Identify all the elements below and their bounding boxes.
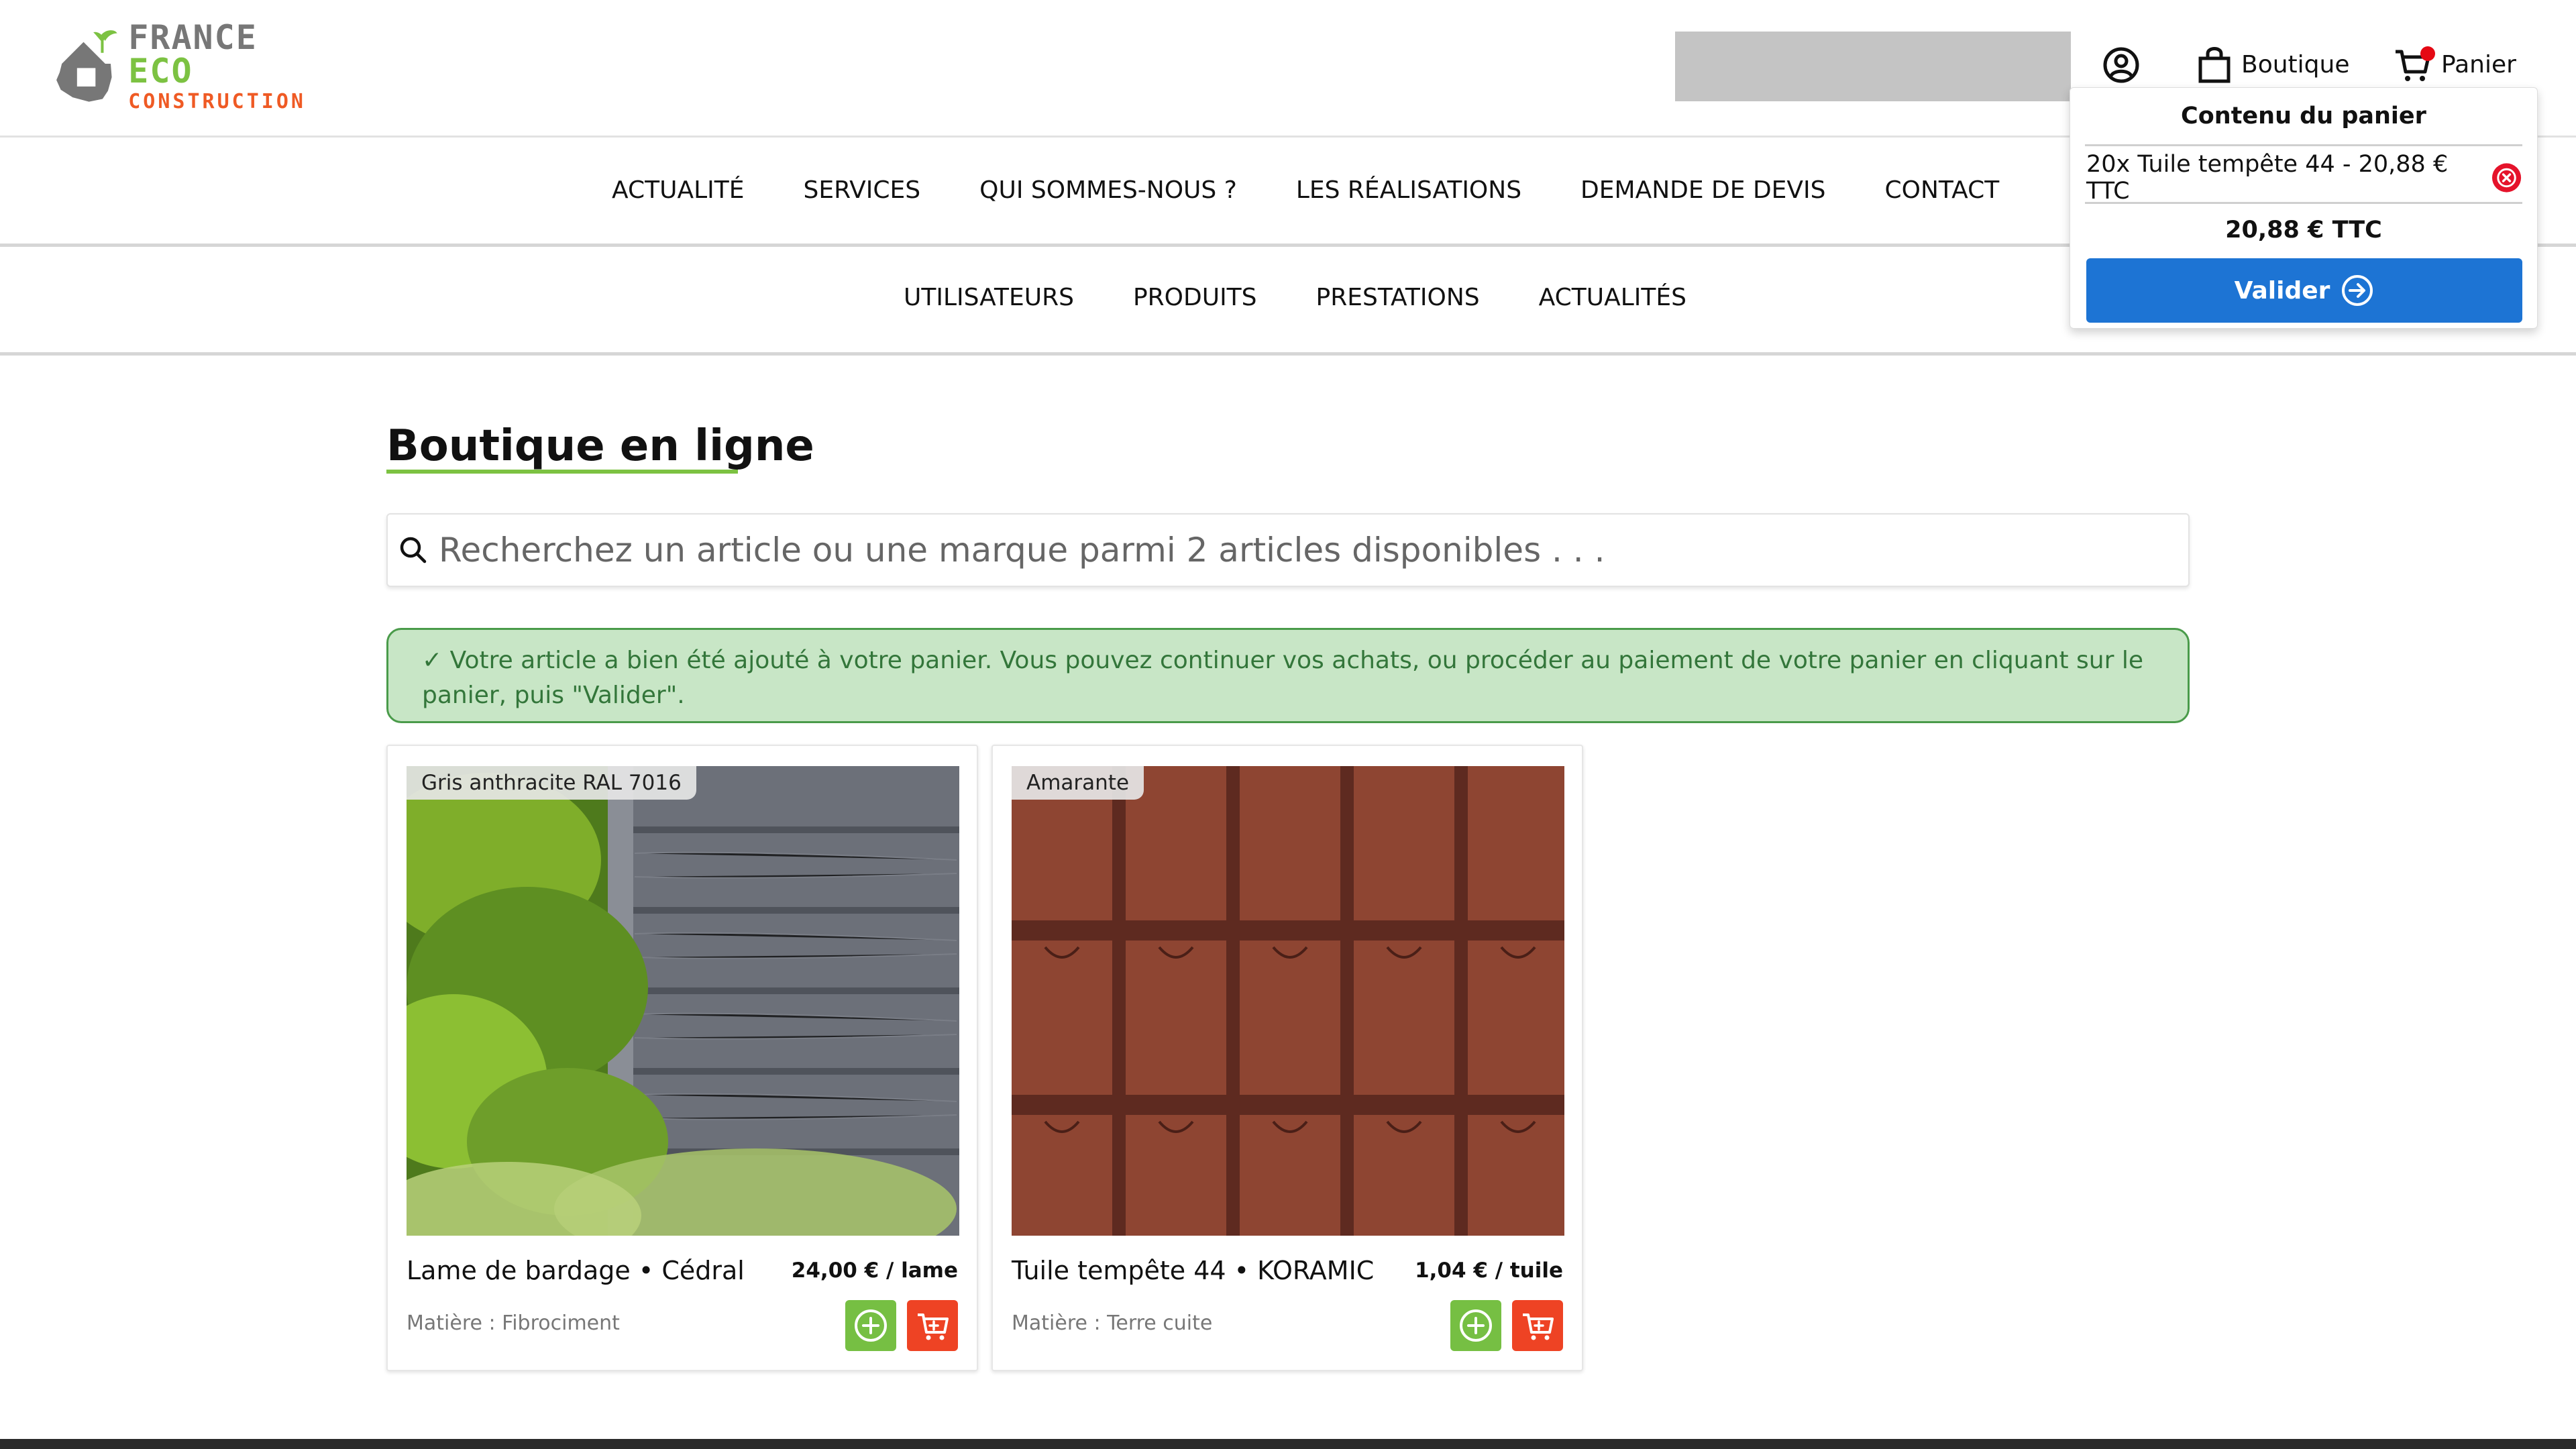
- product-material: Matière : Fibrociment: [407, 1311, 620, 1335]
- cart-item: 20x Tuile tempête 44 - 20,88 € TTC: [2086, 151, 2522, 205]
- brand-logo[interactable]: FRANCE ECO CONSTRUCTION: [51, 16, 306, 117]
- cart-title: Contenu du panier: [2181, 103, 2426, 129]
- add-to-cart-button[interactable]: [907, 1300, 958, 1351]
- nav-item-actualite[interactable]: ACTUALITÉ: [612, 176, 745, 204]
- cart-dropdown: Contenu du panier 20x Tuile tempête 44 -…: [2070, 87, 2538, 329]
- validate-label: Valider: [2234, 276, 2330, 305]
- subnav-item-prestations[interactable]: PRESTATIONS: [1316, 284, 1480, 311]
- subnav-item-utilisateurs[interactable]: UTILISATEURS: [904, 284, 1074, 311]
- view-details-button[interactable]: [1450, 1300, 1501, 1351]
- user-circle-icon[interactable]: [2102, 46, 2141, 85]
- color-badge: Amarante: [1012, 766, 1144, 800]
- cart-total: 20,88 € TTC: [2225, 217, 2382, 244]
- remove-item-icon[interactable]: [2491, 162, 2522, 194]
- boutique-label: Boutique: [2241, 50, 2350, 78]
- footer-strip: [0, 1439, 2576, 1449]
- product-name[interactable]: Tuile tempête 44 • KORAMIC: [1012, 1256, 1374, 1285]
- nav-item-demande-devis[interactable]: DEMANDE DE DEVIS: [1580, 176, 1825, 204]
- cart-divider: [2085, 202, 2522, 204]
- plus-circle-icon: [1460, 1309, 1492, 1342]
- france-house-logo-icon: [56, 30, 117, 102]
- search-bar: [386, 513, 2190, 587]
- search-icon: [400, 537, 427, 564]
- product-name[interactable]: Lame de bardage • Cédral: [407, 1256, 745, 1285]
- panier-label: Panier: [2441, 50, 2516, 78]
- product-price: 1,04 € / tuile: [1415, 1258, 1563, 1283]
- header-placeholder-block: [1675, 32, 2071, 101]
- boutique-link[interactable]: Boutique: [2197, 43, 2349, 86]
- cart-notification-dot: [2420, 46, 2435, 61]
- brand-wordmark: FRANCE ECO CONSTRUCTION: [128, 18, 306, 113]
- nav-item-qui-sommes-nous[interactable]: QUI SOMMES-NOUS ?: [979, 176, 1237, 204]
- page-title: Boutique en ligne: [386, 421, 814, 471]
- cart-icon-wrap: [2393, 45, 2435, 84]
- plus-circle-icon: [855, 1309, 887, 1342]
- roof-tile-photo: [1012, 766, 1564, 1236]
- cart-add-icon: [1523, 1313, 1554, 1340]
- nav-item-services[interactable]: SERVICES: [804, 176, 921, 204]
- validate-cart-button[interactable]: Valider: [2086, 258, 2522, 323]
- siding-photo: [407, 766, 959, 1236]
- nav-item-realisations[interactable]: LES RÉALISATIONS: [1296, 176, 1521, 204]
- cart-divider: [2085, 144, 2522, 146]
- cart-item-label: 20x Tuile tempête 44 - 20,88 € TTC: [2086, 151, 2449, 205]
- arrow-circle-right-icon: [2342, 275, 2373, 306]
- product-image[interactable]: [1012, 766, 1564, 1236]
- product-price: 24,00 € / lame: [791, 1258, 958, 1283]
- subnav-item-actualites[interactable]: ACTUALITÉS: [1539, 284, 1686, 311]
- subnav-item-produits[interactable]: PRODUITS: [1133, 284, 1257, 311]
- nav-item-contact[interactable]: CONTACT: [1885, 176, 2000, 204]
- product-image[interactable]: [407, 766, 959, 1236]
- view-details-button[interactable]: [845, 1300, 896, 1351]
- color-badge: Gris anthracite RAL 7016: [407, 766, 696, 800]
- add-to-cart-button[interactable]: [1512, 1300, 1563, 1351]
- product-material: Matière : Terre cuite: [1012, 1311, 1213, 1335]
- success-alert: ✓ Votre article a bien été ajouté à votr…: [386, 628, 2190, 723]
- shopping-bag-icon: [2198, 47, 2231, 83]
- product-card[interactable]: Gris anthracite RAL 7016 Lame de bardage…: [386, 745, 978, 1371]
- panier-link[interactable]: Panier: [2393, 43, 2516, 86]
- product-card[interactable]: Amarante Tuile tempête 44 • KORAMIC 1,04…: [991, 745, 1583, 1371]
- cart-add-icon: [918, 1313, 949, 1340]
- search-input[interactable]: [439, 531, 2149, 570]
- title-underline: [386, 470, 738, 474]
